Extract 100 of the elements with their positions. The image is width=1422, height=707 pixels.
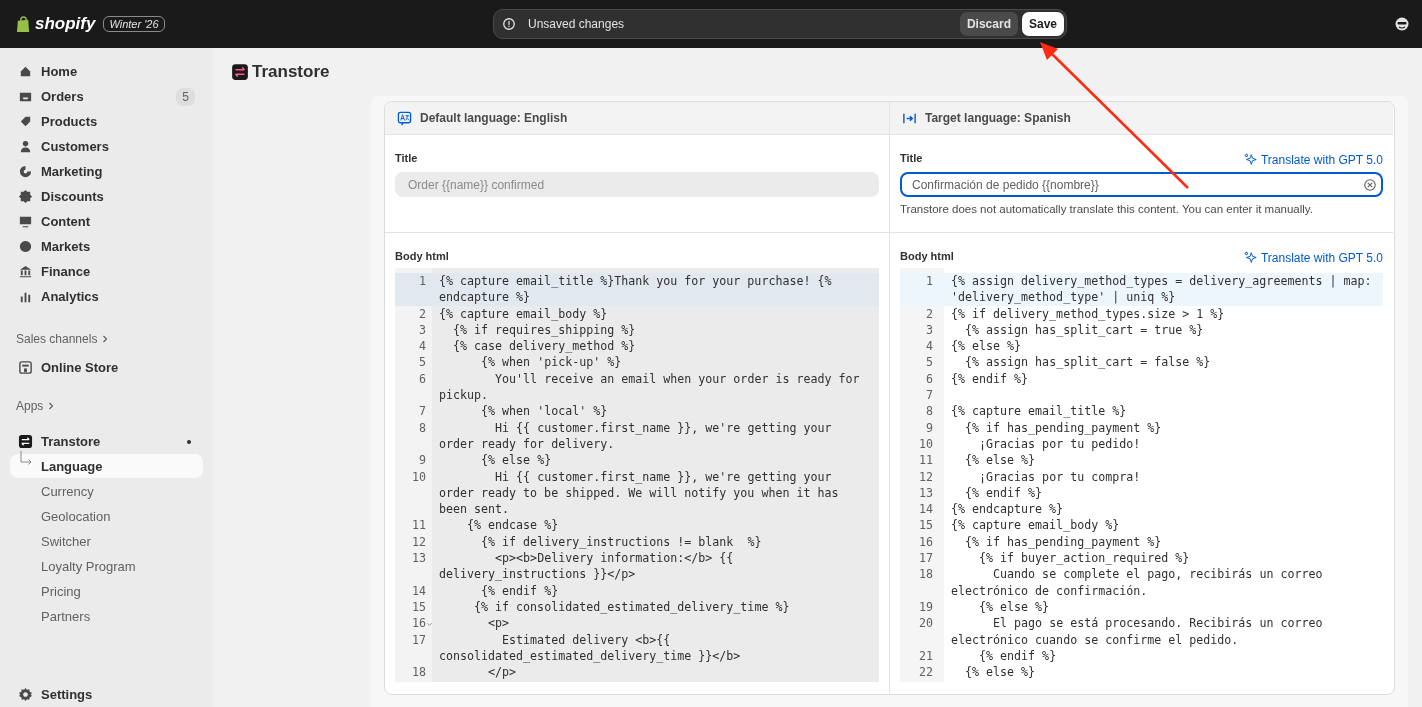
code-line: Cuando se complete el pago, recibirás un correo electrónico de confirmación. bbox=[951, 567, 1324, 598]
sub-nav-item[interactable]: Language bbox=[10, 454, 203, 478]
person-icon bbox=[18, 139, 33, 154]
line-number: 4 bbox=[926, 338, 933, 355]
nav-item[interactable]: Customers bbox=[10, 134, 203, 159]
clear-icon[interactable] bbox=[1363, 177, 1377, 192]
edition-badge: Winter '26 bbox=[103, 16, 165, 32]
line-number: 19 bbox=[918, 598, 933, 616]
code-line: {% if has_pending_payment %} bbox=[964, 420, 1162, 435]
code-line: {% if requires_shipping %} bbox=[452, 322, 636, 337]
code-line: {% capture email_body %} bbox=[951, 518, 1120, 533]
code-line: <p><b>Delivery information:</b> {{ delivery_instructions }}</p> bbox=[439, 551, 735, 582]
line-number: 21 bbox=[918, 647, 933, 665]
code-line: {% endcapture %} bbox=[951, 502, 1064, 517]
line-number: 3 bbox=[926, 321, 933, 339]
line-number: 18 bbox=[411, 664, 426, 681]
sub-nav-item[interactable]: Partners bbox=[10, 604, 203, 628]
nav-item[interactable]: Orders 5 bbox=[10, 84, 203, 109]
save-button[interactable]: Save bbox=[1021, 12, 1064, 36]
nav-item[interactable]: Products bbox=[10, 109, 203, 134]
line-number: 12 bbox=[918, 468, 933, 485]
account-icon[interactable] bbox=[1394, 16, 1410, 32]
chevron-right-icon bbox=[101, 335, 110, 343]
code-line: You'll receive an email when your order is ready for pickup. bbox=[439, 371, 861, 403]
section-heading[interactable]: Sales channels bbox=[10, 329, 116, 349]
sub-nav-item[interactable]: Switcher bbox=[10, 529, 203, 553]
line-number: 1 bbox=[926, 273, 933, 290]
line-number: 5 bbox=[419, 354, 426, 371]
nav-item[interactable]: Discounts bbox=[10, 184, 203, 209]
code-line: {% if delivery_method_types.size > 1 %} bbox=[951, 306, 1225, 321]
nav-item[interactable]: Finance bbox=[10, 259, 203, 284]
sparkle-icon bbox=[1243, 251, 1257, 264]
sub-nav-item[interactable]: Geolocation bbox=[10, 504, 203, 528]
shopping-bag-icon bbox=[16, 15, 31, 33]
line-number: 16 bbox=[411, 615, 426, 632]
store-icon bbox=[18, 360, 33, 375]
code-line: <p> bbox=[487, 616, 510, 631]
line-number: 2 bbox=[419, 305, 426, 322]
code-line: ¡Gracias por tu compra! bbox=[978, 469, 1141, 484]
code-line: {% if consolidated_estimated_delivery_time %} bbox=[473, 599, 790, 614]
line-number: 16 bbox=[918, 533, 933, 551]
nav-item[interactable]: Markets bbox=[10, 234, 203, 259]
code-line: El pago se está procesando. Recibirás un correo electrónico cuando se confirme el pedido. bbox=[951, 616, 1324, 647]
alert-icon bbox=[502, 17, 516, 31]
line-number: 8 bbox=[419, 419, 426, 436]
nav-item[interactable]: Home bbox=[10, 59, 203, 84]
discard-button[interactable]: Discard bbox=[959, 12, 1018, 36]
line-number: 13 bbox=[918, 484, 933, 502]
nav-item[interactable]: Transtore bbox=[10, 429, 203, 454]
section-heading[interactable]: Apps bbox=[10, 396, 62, 416]
code-line: Hi {{ customer.first_name }}, we're getting your order ready to be shipped. We will notify you when it has been sent. bbox=[439, 469, 840, 517]
sub-nav-item[interactable]: Loyalty Program bbox=[10, 554, 203, 578]
translate-link[interactable]: Translate with GPT 5.0 bbox=[1243, 250, 1383, 265]
gear-icon bbox=[18, 687, 33, 702]
code-line: Hi {{ customer.first_name }}, we're getting your order ready for delivery. bbox=[439, 420, 833, 451]
code-line: {% endif %} bbox=[480, 583, 559, 598]
chevron-right-icon bbox=[47, 402, 56, 410]
sub-nav-item[interactable]: Pricing bbox=[10, 579, 203, 603]
code-line: {% endif %} bbox=[978, 648, 1057, 663]
code-line: Estimated delivery <b>{{ consolidated_estimated_delivery_time }}</b> bbox=[439, 632, 741, 663]
field-label: Body html bbox=[900, 250, 954, 262]
code-line: {% assign has_split_cart = false %} bbox=[964, 355, 1211, 370]
line-number: 10 bbox=[411, 468, 426, 485]
code-line: {% capture email_title %}Thank you for your purchase! {% endcapture %} bbox=[439, 274, 833, 305]
home-icon bbox=[18, 64, 33, 79]
line-number: 15 bbox=[411, 598, 426, 616]
line-number: 14 bbox=[918, 501, 933, 518]
line-number: 8 bbox=[926, 403, 933, 420]
code-line: {% endcase %} bbox=[466, 518, 559, 533]
code-line: {% capture email_body %} bbox=[439, 306, 608, 321]
translate-link[interactable]: Translate with GPT 5.0 bbox=[1243, 152, 1383, 167]
line-number: 17 bbox=[918, 550, 933, 567]
code-line: {% else %} bbox=[978, 599, 1050, 614]
nav-item[interactable]: Settings bbox=[10, 682, 203, 707]
code-line: {% case delivery_method %} bbox=[452, 339, 636, 354]
sparkle-icon bbox=[1243, 153, 1257, 166]
line-number: 5 bbox=[926, 354, 933, 371]
nav-item[interactable]: Online Store bbox=[10, 355, 203, 380]
code-line: {% when 'pick-up' %} bbox=[480, 355, 622, 370]
code-line: {% when 'local' %} bbox=[480, 404, 608, 419]
line-number: 22 bbox=[918, 664, 933, 681]
discount-badge-icon bbox=[18, 189, 33, 204]
line-number: 9 bbox=[926, 419, 933, 436]
nav-item[interactable]: Analytics bbox=[10, 284, 203, 309]
code-line: {% assign delivery_method_types = delivery_agreements | map: 'delivery_method_type' | uniq %} bbox=[951, 274, 1373, 305]
code-line: {% endif %} bbox=[964, 485, 1043, 500]
count-badge: 5 bbox=[176, 87, 195, 106]
nav-item[interactable]: Content bbox=[10, 209, 203, 234]
line-number: 1 bbox=[419, 273, 426, 290]
code-line: {% capture email_title %} bbox=[951, 404, 1127, 419]
line-number: 13 bbox=[411, 550, 426, 567]
column-title: Target language: Spanish bbox=[925, 111, 1071, 125]
line-number: 6 bbox=[926, 370, 933, 388]
line-number: 4 bbox=[419, 338, 426, 355]
nav-item[interactable]: Marketing bbox=[10, 159, 203, 184]
title-field[interactable]: Confirmación de pedido {{nombre}} bbox=[900, 172, 1383, 197]
logo-text: shopify bbox=[35, 14, 96, 34]
code-line: {% else %} bbox=[964, 453, 1036, 468]
line-number: 10 bbox=[918, 435, 933, 453]
sub-nav-item[interactable]: Currency bbox=[10, 479, 203, 503]
